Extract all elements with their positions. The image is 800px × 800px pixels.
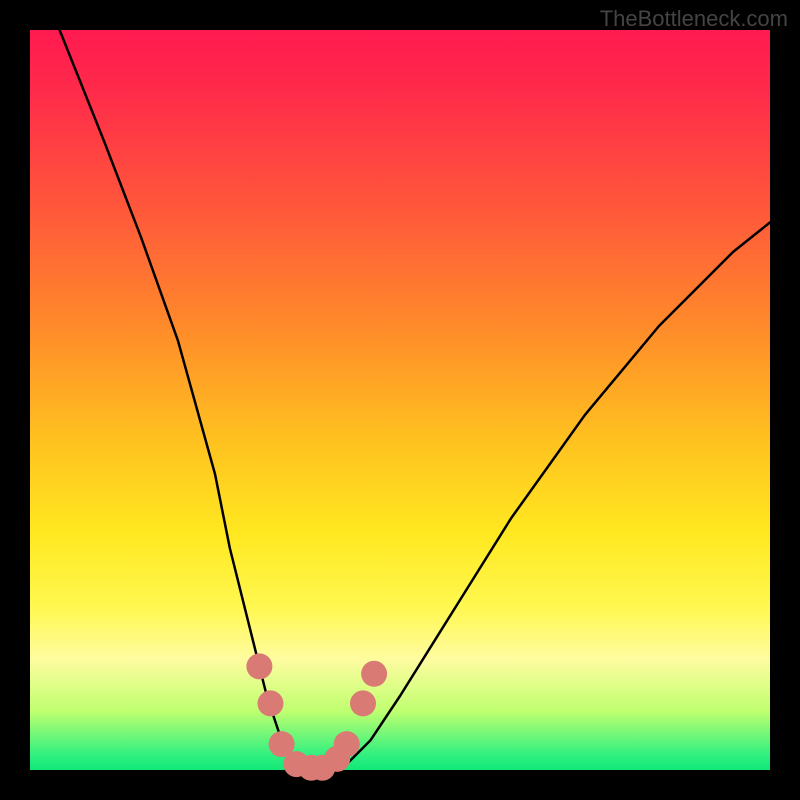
marker-dot	[361, 661, 387, 687]
watermark-label: TheBottleneck.com	[600, 6, 788, 32]
marker-dot	[334, 731, 360, 757]
marker-dot	[258, 690, 284, 716]
plot-area	[30, 30, 770, 770]
curve-path	[60, 30, 770, 770]
marker-dot	[350, 690, 376, 716]
bottleneck-curve	[60, 30, 770, 770]
chart-svg	[30, 30, 770, 770]
highlight-markers	[246, 653, 387, 780]
marker-dot	[246, 653, 272, 679]
